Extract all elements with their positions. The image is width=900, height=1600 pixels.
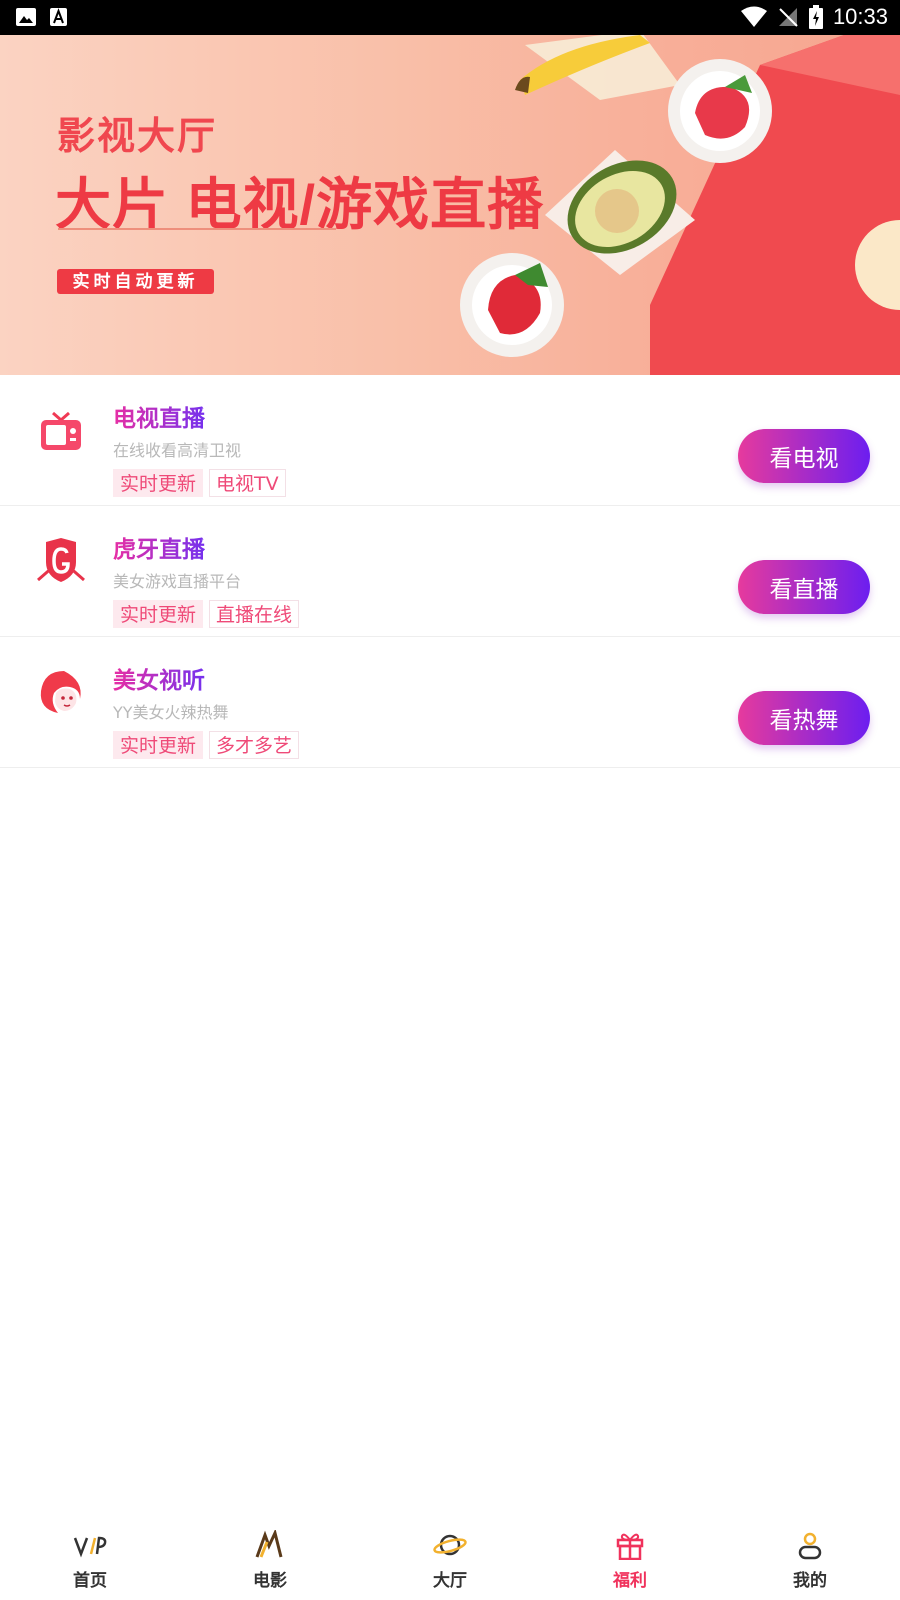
nav-home[interactable]: 首页 [0,1520,180,1600]
tag: 直播在线 [209,600,300,628]
no-sim-icon [778,8,798,27]
hero-banner[interactable]: 影视大厅 大片 电视/游戏直播 实时自动更新 [0,35,900,375]
tag: 实时更新 [113,469,204,497]
movie-icon [255,1530,283,1558]
watch-tv-button[interactable]: 看电视 [738,429,870,483]
wifi-icon [740,6,767,27]
nav-hall[interactable]: 大厅 [360,1520,540,1600]
gift-icon [616,1533,644,1560]
banner-divider [58,228,336,230]
tv-icon [41,411,81,450]
user-icon [798,1532,822,1560]
item-tags: 实时更新 直播在线 [113,600,300,628]
item-subtitle: 在线收看高清卫视 [113,441,242,460]
item-subtitle: YY美女火辣热舞 [113,703,229,722]
a-font-icon [50,8,67,26]
huya-shield-icon [37,538,85,582]
battery-icon [808,5,823,29]
nav-label: 大厅 [433,1571,467,1590]
item-subtitle: 美女游戏直播平台 [113,572,242,591]
nav-label: 福利 [613,1571,647,1590]
list-item-beauty[interactable]: 美女视听 YY美女火辣热舞 实时更新 多才多艺 看热舞 [0,637,900,768]
nav-label: 首页 [73,1571,107,1590]
vip-icon [73,1536,107,1558]
item-tags: 实时更新 多才多艺 [113,731,300,759]
nav-label: 电影 [253,1571,287,1590]
nav-mine[interactable]: 我的 [720,1520,900,1600]
bottom-nav: 首页 电影 大厅 福利 我的 [0,1520,900,1600]
watch-dance-button[interactable]: 看热舞 [738,691,870,745]
tag: 电视TV [209,469,286,497]
banner-title-small: 影视大厅 [57,116,218,158]
status-bar: 10:33 [0,0,900,35]
item-tags: 实时更新 电视TV [113,469,286,497]
nav-welfare[interactable]: 福利 [540,1520,720,1600]
item-title: 电视直播 [113,399,205,433]
nav-movie[interactable]: 电影 [180,1520,360,1600]
list-item-tv[interactable]: 电视直播 在线收看高清卫视 实时更新 电视TV 看电视 [0,375,900,506]
planet-icon [433,1534,467,1556]
tag: 多才多艺 [209,731,300,759]
item-title: 美女视听 [113,661,205,695]
watch-live-button[interactable]: 看直播 [738,560,870,614]
tag: 实时更新 [113,731,204,759]
list-item-huya[interactable]: 虎牙直播 美女游戏直播平台 实时更新 直播在线 看直播 [0,506,900,637]
image-icon [16,8,36,26]
banner-badge: 实时自动更新 [57,269,214,294]
item-title: 虎牙直播 [113,530,205,564]
status-time: 10:33 [832,4,888,29]
tag: 实时更新 [113,600,204,628]
nav-label: 我的 [793,1571,827,1590]
channel-list: 电视直播 在线收看高清卫视 实时更新 电视TV 看电视 虎牙直播 美女游戏直播平… [0,375,900,768]
girl-face-icon [40,671,81,713]
